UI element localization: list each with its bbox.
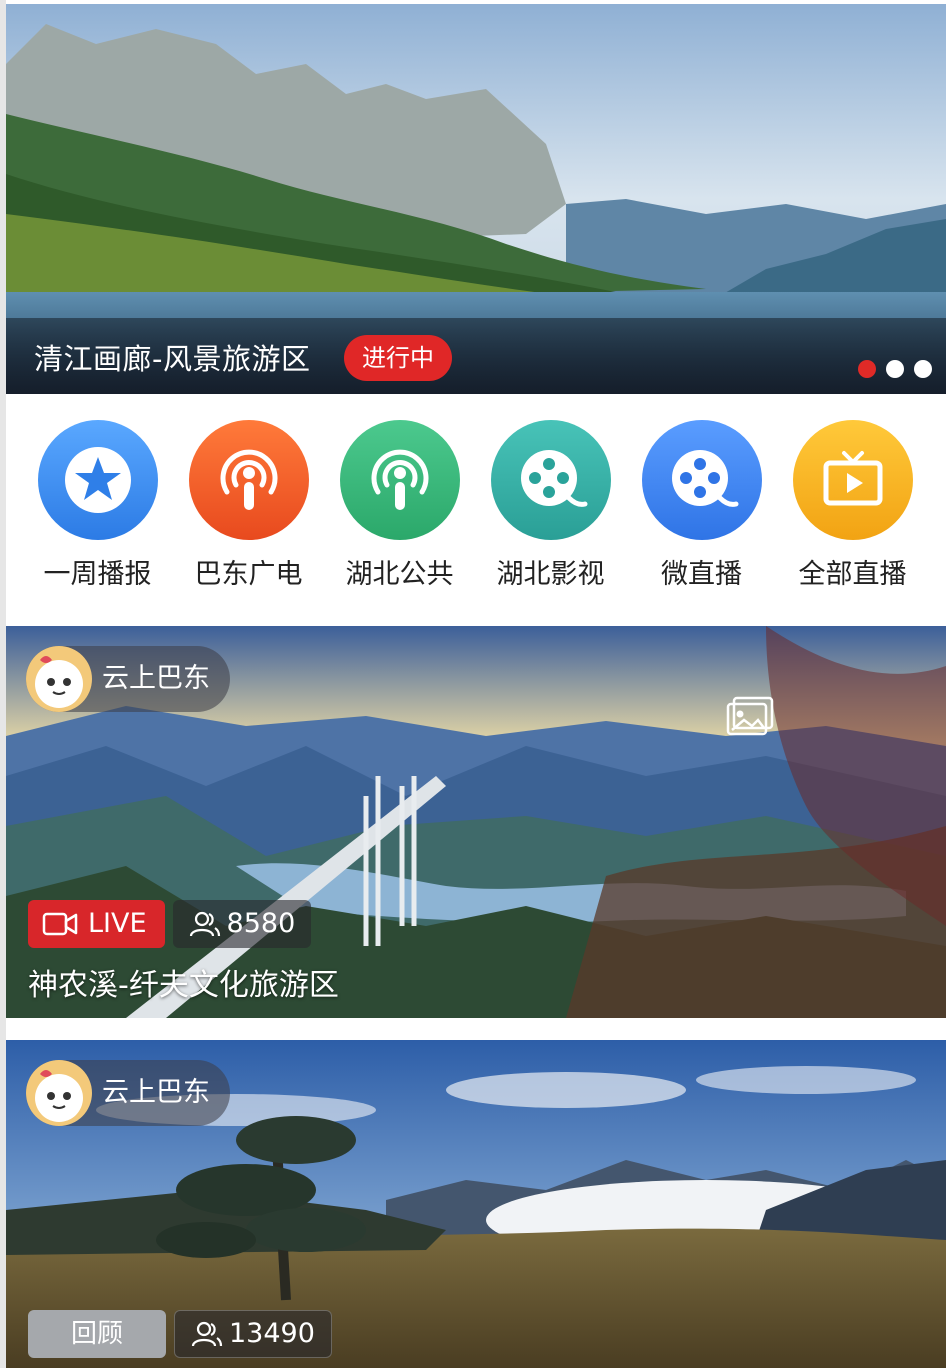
author-name: 云上巴东	[102, 663, 210, 694]
card-badges: LIVE 8580	[28, 900, 312, 948]
live-label: LIVE	[88, 908, 147, 939]
film-reel-icon	[520, 450, 587, 507]
avatar	[26, 646, 92, 712]
category-circle	[641, 420, 762, 540]
gallery-icon[interactable]	[726, 696, 774, 736]
users-icon	[191, 1321, 223, 1347]
carousel-dot-2[interactable]	[886, 360, 904, 378]
replay-card[interactable]: 云上巴东 回顾 13490	[6, 1040, 946, 1368]
live-card[interactable]: 云上巴东 LIVE 8580 神农溪-纤夫文化旅游区	[6, 626, 946, 1018]
category-weekly-report[interactable]: 一周播报	[22, 420, 173, 591]
category-circle	[792, 420, 913, 540]
banner-caption: 清江画廊-风景旅游区 进行中	[6, 318, 946, 394]
star-icon	[64, 447, 131, 513]
category-label: 全部直播	[798, 559, 907, 590]
author-badge[interactable]: 云上巴东	[26, 1060, 230, 1126]
category-circle	[188, 420, 309, 540]
users-icon	[189, 911, 220, 937]
podcast-icon	[371, 449, 428, 510]
category-label: 巴东广电	[194, 559, 303, 590]
category-hubei-film[interactable]: 湖北影视	[475, 420, 626, 591]
video-camera-icon	[42, 912, 78, 936]
banner-title: 清江画廊-风景旅游区	[34, 342, 311, 376]
viewer-count-badge: 13490	[174, 1310, 332, 1358]
card-badges: 回顾 13490	[28, 1310, 332, 1358]
replay-badge: 回顾	[28, 1310, 166, 1358]
author-badge[interactable]: 云上巴东	[26, 646, 230, 712]
app-screen: 清江画廊-风景旅游区 进行中 一周播报 巴东广电 湖北公共 湖北影视 微直播 全…	[0, 0, 946, 1368]
film-reel-icon	[671, 450, 738, 507]
tv-play-icon	[823, 451, 882, 506]
author-name: 云上巴东	[102, 1077, 210, 1108]
category-label: 湖北公共	[345, 559, 454, 590]
category-badong-tv[interactable]: 巴东广电	[173, 420, 324, 591]
carousel-dot-3[interactable]	[914, 360, 932, 378]
category-label: 湖北影视	[496, 559, 605, 590]
category-micro-live[interactable]: 微直播	[626, 420, 777, 591]
carousel-indicators	[858, 360, 932, 378]
avatar	[26, 1060, 92, 1126]
live-badge: LIVE	[28, 900, 165, 948]
card-title: 神农溪-纤夫文化旅游区	[28, 968, 339, 1003]
category-circle	[339, 420, 460, 540]
category-all-live[interactable]: 全部直播	[777, 420, 928, 591]
viewer-count: 13490	[229, 1318, 315, 1349]
banner-status-badge: 进行中	[344, 335, 452, 381]
category-grid: 一周播报 巴东广电 湖北公共 湖北影视 微直播 全部直播	[6, 408, 946, 608]
category-circle	[490, 420, 611, 540]
category-label: 微直播	[661, 559, 742, 590]
podcast-icon	[220, 449, 277, 510]
carousel-dot-1[interactable]	[858, 360, 876, 378]
category-hubei-public[interactable]: 湖北公共	[324, 420, 475, 591]
banner-carousel[interactable]: 清江画廊-风景旅游区 进行中	[6, 4, 946, 394]
viewer-count-badge: 8580	[172, 900, 312, 948]
category-label: 一周播报	[43, 559, 152, 590]
category-circle	[37, 420, 158, 540]
viewer-count: 8580	[226, 908, 296, 939]
